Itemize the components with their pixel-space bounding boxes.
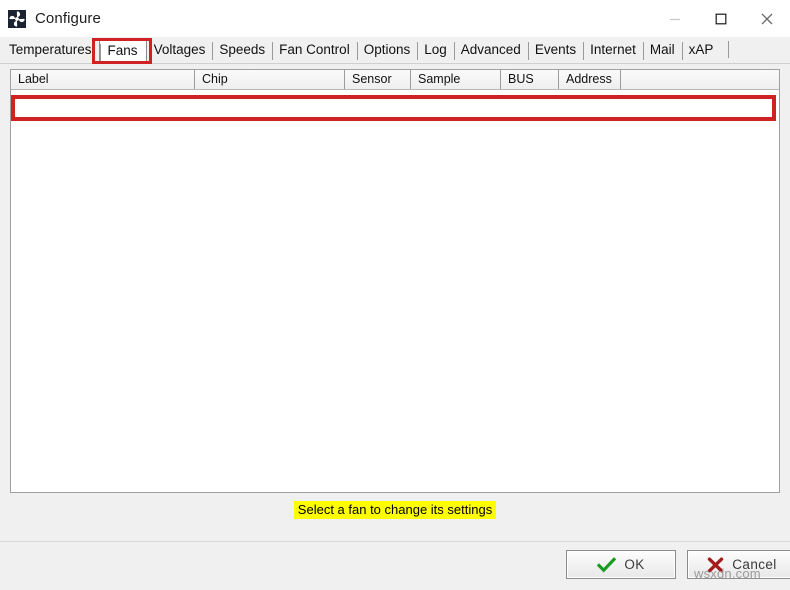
tab-voltages[interactable]: Voltages: [147, 39, 213, 63]
close-icon: [761, 13, 773, 24]
cancel-button[interactable]: Cancel: [687, 550, 790, 579]
ok-button[interactable]: OK: [566, 550, 676, 579]
column-header-sample[interactable]: Sample: [411, 70, 501, 89]
tab-options[interactable]: Options: [356, 39, 418, 63]
fans-list-view[interactable]: Label Chip Sensor Sample BUS Address: [10, 69, 780, 493]
column-header-address[interactable]: Address: [559, 70, 621, 89]
column-header-bus[interactable]: BUS: [501, 70, 559, 89]
ok-button-label: OK: [624, 557, 645, 572]
maximize-button[interactable]: [698, 0, 744, 37]
minimize-icon: [670, 18, 680, 20]
dialog-footer: OK Cancel: [0, 541, 790, 590]
list-column-headers: Label Chip Sensor Sample BUS Address: [11, 70, 779, 90]
tab-log[interactable]: Log: [417, 39, 454, 63]
column-header-chip[interactable]: Chip: [195, 70, 345, 89]
tab-strip-end-divider: [728, 41, 730, 58]
tab-advanced[interactable]: Advanced: [453, 39, 528, 63]
check-icon: [597, 556, 617, 572]
title-bar: Configure: [0, 0, 790, 37]
configure-window: Configure Temperatures Fans Voltages Speeds: [0, 0, 790, 590]
cancel-button-label: Cancel: [732, 557, 777, 572]
minimize-button[interactable]: [652, 0, 698, 37]
tab-strip: Temperatures Fans Voltages Speeds Fan Contro…: [0, 37, 790, 64]
tab-internet[interactable]: Internet: [583, 39, 643, 63]
column-header-spacer: [621, 70, 779, 89]
tab-events[interactable]: Events: [527, 39, 583, 63]
tab-fans[interactable]: Fans: [98, 40, 147, 64]
column-header-label[interactable]: Label: [11, 70, 195, 89]
tab-mail[interactable]: Mail: [642, 39, 682, 63]
hint-area: Select a fan to change its settings: [0, 501, 790, 519]
tab-speeds[interactable]: Speeds: [212, 39, 272, 63]
window-controls: [652, 0, 790, 37]
fan-icon: [8, 9, 26, 28]
cross-icon: [708, 557, 724, 573]
status-hint: Select a fan to change its settings: [293, 501, 497, 519]
tab-fan-control[interactable]: Fan Control: [272, 39, 357, 63]
list-rows[interactable]: [11, 90, 779, 492]
tab-xap[interactable]: xAP: [681, 39, 721, 63]
maximize-icon: [715, 13, 727, 24]
window-title: Configure: [35, 10, 101, 27]
tab-panel-fans: Label Chip Sensor Sample BUS Address Select a…: [0, 64, 790, 541]
column-header-sensor[interactable]: Sensor: [345, 70, 411, 89]
close-button[interactable]: [744, 0, 790, 37]
tab-temperatures[interactable]: Temperatures: [2, 39, 99, 63]
